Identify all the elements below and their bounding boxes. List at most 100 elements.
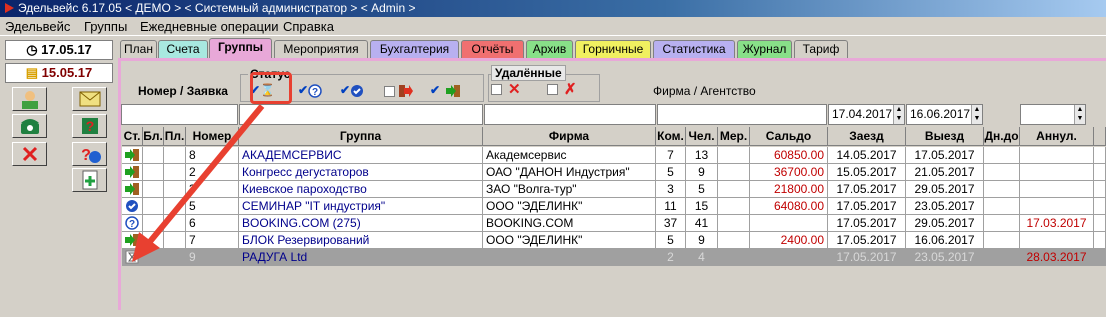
tab-events[interactable]: Мероприятия — [274, 40, 368, 59]
header-firm[interactable]: Фирма — [483, 127, 656, 146]
annul-cell: 17.03.2017 — [1020, 215, 1094, 232]
delete-x-icon: ✕ — [508, 81, 521, 98]
mail-button[interactable] — [72, 87, 107, 111]
person-icon — [21, 91, 38, 109]
deleted-check-1[interactable] — [491, 84, 502, 95]
table-row[interactable]: 2 Конгресс дегустаторов ОАО "ДАНОН Индустр… — [122, 164, 1106, 181]
extra-cell — [1094, 232, 1106, 249]
status-check-question[interactable]: ✔? — [298, 83, 322, 98]
date-from-spinner[interactable]: ▲ ▼ — [893, 105, 904, 124]
status-check-confirmed[interactable]: ✔ — [340, 83, 364, 98]
add-document-icon — [82, 170, 97, 190]
header-group[interactable]: Группа — [239, 127, 483, 146]
extra-cell — [1094, 215, 1106, 232]
status-cell — [122, 147, 143, 164]
tab-housekeeping[interactable]: Горничные — [575, 40, 651, 59]
enter-arrow-icon — [446, 85, 460, 97]
guest-button[interactable] — [12, 87, 47, 111]
phone-icon — [20, 119, 39, 134]
tab-reports[interactable]: Отчёты — [461, 40, 524, 59]
saldo-cell — [750, 249, 828, 266]
header-events[interactable]: Мер. — [718, 127, 750, 146]
menu-edelweiss[interactable]: Эдельвейс — [5, 19, 70, 34]
table-row[interactable]: 5 СЕМИНАР "IT индустрия" ООО "ЭДЕЛИНК" 11 15… — [122, 198, 1106, 215]
status-check-checkout[interactable] — [384, 86, 395, 97]
header-annul[interactable]: Аннул. — [1020, 127, 1094, 146]
menu-help[interactable]: Справка — [283, 19, 334, 34]
header-block[interactable]: Бл. — [143, 127, 164, 146]
confirmed-icon — [126, 200, 138, 212]
table-row[interactable]: 7 БЛОК Резервирований ООО "ЭДЕЛИНК" 5 9 2400.… — [122, 232, 1106, 249]
header-payment[interactable]: Пл. — [164, 127, 186, 146]
status-check-checkedin[interactable]: ✔ — [430, 83, 440, 97]
extra-cell — [1094, 164, 1106, 181]
header-status[interactable]: Ст. — [122, 127, 143, 146]
header-arrival[interactable]: Заезд — [828, 127, 906, 146]
exit-button[interactable] — [12, 142, 47, 166]
tab-invoices[interactable]: Счета — [158, 40, 208, 59]
people-cell: 9 — [686, 232, 718, 249]
number-input[interactable] — [121, 104, 238, 125]
table-row[interactable]: ? 6 BOOKING.COM (275) BOOKING.COM 37 41 17.05.… — [122, 215, 1106, 232]
tab-groups[interactable]: Группы — [209, 38, 272, 59]
tab-archive[interactable]: Архив — [526, 40, 573, 59]
firm-cell: ОАО "ДАНОН Индустрия" — [483, 164, 656, 181]
header-number[interactable]: Номер — [186, 127, 239, 146]
saldo-cell: 64080.00 — [750, 198, 828, 215]
date-to-spinner[interactable]: ▲ ▼ — [971, 105, 982, 124]
header-days-before[interactable]: Дн.до — [984, 127, 1020, 146]
table-row[interactable]: 8 АКАДЕМСЕРВИС Академсервис 7 13 60850.00 14.0… — [122, 147, 1106, 164]
header-departure[interactable]: Выезд — [906, 127, 984, 146]
help-book-button[interactable]: ? — [72, 114, 107, 138]
firm-cell: ООО "ЭДЕЛИНК" — [483, 198, 656, 215]
firm-agency-input[interactable] — [657, 104, 827, 125]
question-icon: ? — [125, 216, 139, 230]
annul-cell — [1020, 198, 1094, 215]
question-icon: ? — [308, 84, 322, 98]
people-cell: 15 — [686, 198, 718, 215]
envelope-icon — [79, 91, 100, 107]
number-cell: 9 — [186, 249, 239, 266]
saldo-cell — [750, 215, 828, 232]
menu-groups[interactable]: Группы — [84, 19, 127, 34]
tab-journal[interactable]: Журнал — [737, 40, 792, 59]
saldo-cell: 36700.00 — [750, 164, 828, 181]
extra-cell — [1094, 249, 1106, 266]
annul-cell — [1020, 232, 1094, 249]
header-rooms[interactable]: Ком. — [656, 127, 686, 146]
table-row[interactable]: 9 РАДУГА Ltd 2 4 17.05.2017 23.05.2017 28.03.2… — [122, 249, 1106, 266]
header-people[interactable]: Чел. — [686, 127, 718, 146]
events-cell — [718, 147, 750, 164]
arrival-cell: 17.05.2017 — [828, 181, 906, 198]
phone-button[interactable] — [12, 114, 47, 138]
block-cell — [143, 215, 164, 232]
tab-accounting[interactable]: Бухгалтерия — [370, 40, 459, 59]
group-cell: АКАДЕМСЕРВИС — [239, 147, 483, 164]
days-before-cell — [984, 164, 1020, 181]
annul-date-spinner[interactable]: ▲ ▼ — [1074, 105, 1085, 124]
current-date[interactable]: ◷ 17.05.17 — [5, 40, 113, 60]
tab-tariff[interactable]: Тариф — [794, 40, 848, 59]
header-saldo[interactable]: Сальдо — [750, 127, 828, 146]
tab-statistics[interactable]: Статистика — [653, 40, 735, 59]
events-cell — [718, 232, 750, 249]
payment-cell — [164, 164, 186, 181]
status-cell: ? — [122, 215, 143, 232]
table-row[interactable]: 3 Киевское пароходство ЗАО "Волга-тур" 3 5 21… — [122, 181, 1106, 198]
menu-daily-operations[interactable]: Ежедневные операции — [140, 19, 279, 34]
tab-bar: План Счета Группы Мероприятия Бухгалтери… — [118, 38, 1106, 60]
highlight-box — [250, 72, 292, 104]
web-help-button[interactable]: ? — [72, 142, 107, 166]
events-cell — [718, 215, 750, 232]
add-button[interactable] — [72, 168, 107, 192]
system-date[interactable]: ▤ 15.05.17 — [5, 63, 113, 83]
annul-cell — [1020, 181, 1094, 198]
tab-plan[interactable]: План — [120, 40, 157, 59]
help-globe-icon: ? — [81, 147, 101, 164]
group-input[interactable] — [239, 104, 483, 125]
days-before-cell — [984, 147, 1020, 164]
arrival-cell: 17.05.2017 — [828, 215, 906, 232]
number-cell: 2 — [186, 164, 239, 181]
deleted-check-2[interactable] — [547, 84, 558, 95]
firm-input[interactable] — [484, 104, 656, 125]
